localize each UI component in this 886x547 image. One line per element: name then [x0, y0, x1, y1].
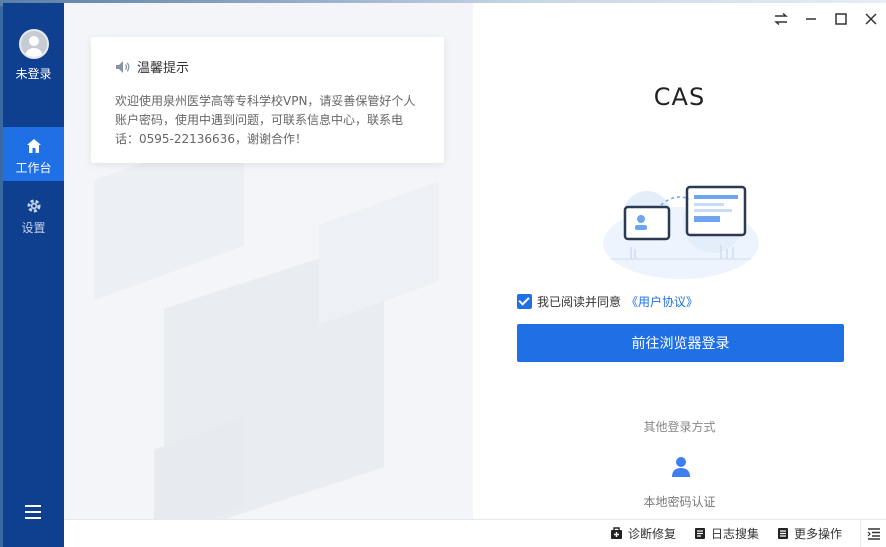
info-panel: 温馨提示 欢迎使用泉州医学高等专科学校VPN，请妥善保管好个人账户密码，使用中遇… — [64, 3, 473, 519]
switch-icon[interactable] — [772, 10, 790, 28]
avatar[interactable] — [18, 29, 49, 59]
local-password-auth[interactable]: 本地密码认证 — [473, 493, 886, 510]
diagnose-icon — [610, 527, 622, 539]
hamburger-menu-icon[interactable] — [25, 505, 41, 519]
user-icon[interactable] — [671, 456, 691, 478]
footer-label: 日志搜集 — [710, 527, 759, 541]
speaker-icon — [116, 60, 130, 73]
window-controls — [772, 10, 880, 28]
other-login-methods-label: 其他登录方式 — [643, 420, 716, 434]
sidebar: 未登录 工作台 设置 — [3, 3, 64, 547]
agreement-text: 我已阅读并同意 — [537, 295, 622, 309]
login-panel: CAS 我已阅读并同意 《用户协议》 前往浏览器登录 其他登录方式 本地密码认证 — [473, 3, 886, 519]
log-icon — [694, 528, 705, 539]
more-icon — [777, 528, 788, 539]
notice-header: 温馨提示 — [115, 57, 420, 76]
gear-icon — [27, 199, 40, 213]
sidebar-item-label: 设置 — [21, 221, 46, 235]
list-icon[interactable] — [860, 519, 886, 547]
log-collect-button[interactable]: 日志搜集 — [694, 525, 759, 542]
sidebar-item-label: 工作台 — [15, 161, 52, 175]
browser-login-illustration — [603, 185, 759, 279]
user-profile[interactable]: 未登录 — [3, 29, 64, 82]
close-icon[interactable] — [862, 10, 880, 28]
more-actions-button[interactable]: 更多操作 — [777, 525, 842, 542]
browser-login-button[interactable]: 前往浏览器登录 — [517, 324, 844, 362]
sidebar-item-workbench[interactable]: 工作台 — [3, 127, 64, 181]
home-icon — [26, 139, 41, 153]
agreement-row: 我已阅读并同意 《用户协议》 — [517, 293, 698, 310]
minimize-icon[interactable] — [802, 10, 820, 28]
user-agreement-link[interactable]: 《用户协议》 — [626, 293, 698, 310]
vpn-client-window: 未登录 工作台 设置 温馨提示 欢迎使用泉州医学高等专科学校VPN，请妥善保管好… — [3, 3, 886, 547]
notice-title: 温馨提示 — [137, 61, 190, 76]
auth-title: CAS — [653, 83, 706, 111]
footer-label: 更多操作 — [793, 527, 842, 541]
diagnose-button[interactable]: 诊断修复 — [610, 525, 676, 542]
sidebar-item-settings[interactable]: 设置 — [3, 187, 64, 241]
notice-card: 温馨提示 欢迎使用泉州医学高等专科学校VPN，请妥善保管好个人账户密码，使用中遇… — [91, 37, 444, 163]
agreement-checkbox[interactable] — [517, 294, 532, 309]
footer-toolbar: 诊断修复 日志搜集 更多操作 — [64, 519, 886, 547]
footer-label: 诊断修复 — [627, 527, 676, 541]
maximize-icon[interactable] — [832, 10, 850, 28]
notice-body: 欢迎使用泉州医学高等专科学校VPN，请妥善保管好个人账户密码，使用中遇到问题，可… — [115, 94, 416, 146]
login-status: 未登录 — [15, 67, 52, 81]
